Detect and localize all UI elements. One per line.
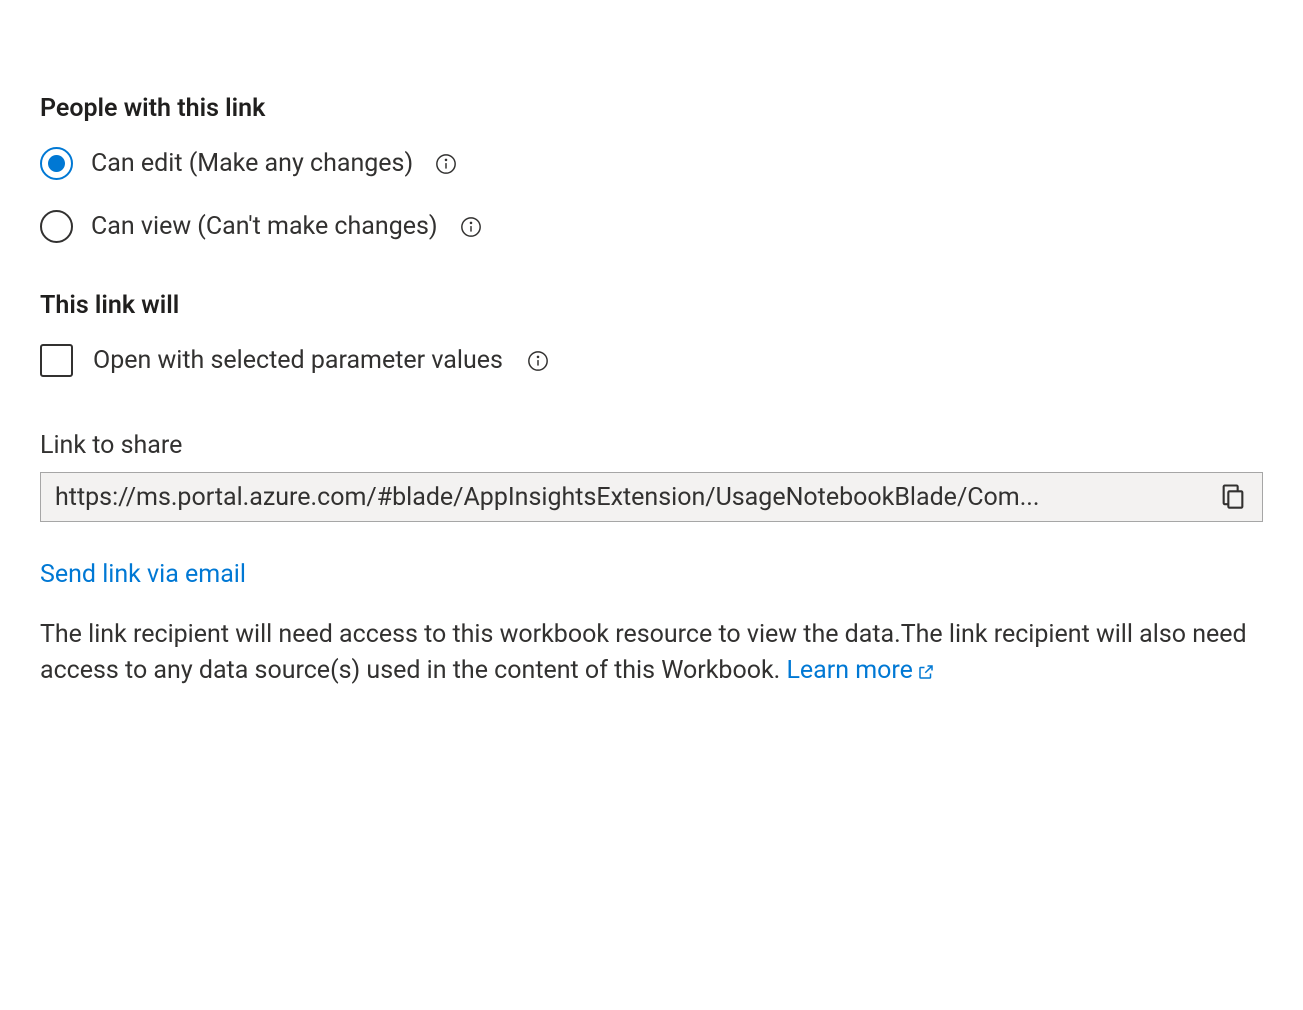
link-behavior-heading: This link will: [40, 291, 1263, 320]
radio-option-can-view[interactable]: Can view (Can't make changes): [40, 210, 1263, 243]
disclaimer-text: The link recipient will need access to t…: [40, 620, 1247, 685]
permissions-radio-group: Can edit (Make any changes) Can view (Ca…: [40, 147, 1263, 243]
radio-label: Can view (Can't make changes): [91, 212, 438, 241]
checkbox[interactable]: [40, 344, 73, 377]
radio-label: Can edit (Make any changes): [91, 149, 413, 178]
radio-option-can-edit[interactable]: Can edit (Make any changes): [40, 147, 1263, 180]
info-icon[interactable]: [460, 216, 482, 238]
radio-button[interactable]: [40, 210, 73, 243]
copy-link-button[interactable]: [1218, 482, 1248, 512]
radio-button[interactable]: [40, 147, 73, 180]
learn-more-link[interactable]: Learn more: [786, 656, 934, 685]
share-dialog-body: People with this link Can edit (Make any…: [40, 94, 1263, 690]
checkbox-option-open-with-params[interactable]: Open with selected parameter values: [40, 344, 1263, 377]
info-icon[interactable]: [527, 350, 549, 372]
info-icon[interactable]: [435, 153, 457, 175]
external-link-icon: [917, 663, 935, 681]
send-email-link[interactable]: Send link via email: [40, 560, 246, 589]
access-disclaimer: The link recipient will need access to t…: [40, 617, 1263, 690]
checkbox-label: Open with selected parameter values: [93, 346, 503, 375]
copy-icon: [1219, 482, 1247, 513]
share-url-input[interactable]: [55, 483, 1204, 512]
link-field-container: [40, 472, 1263, 522]
permissions-heading: People with this link: [40, 94, 1263, 123]
link-field-label: Link to share: [40, 431, 1263, 460]
